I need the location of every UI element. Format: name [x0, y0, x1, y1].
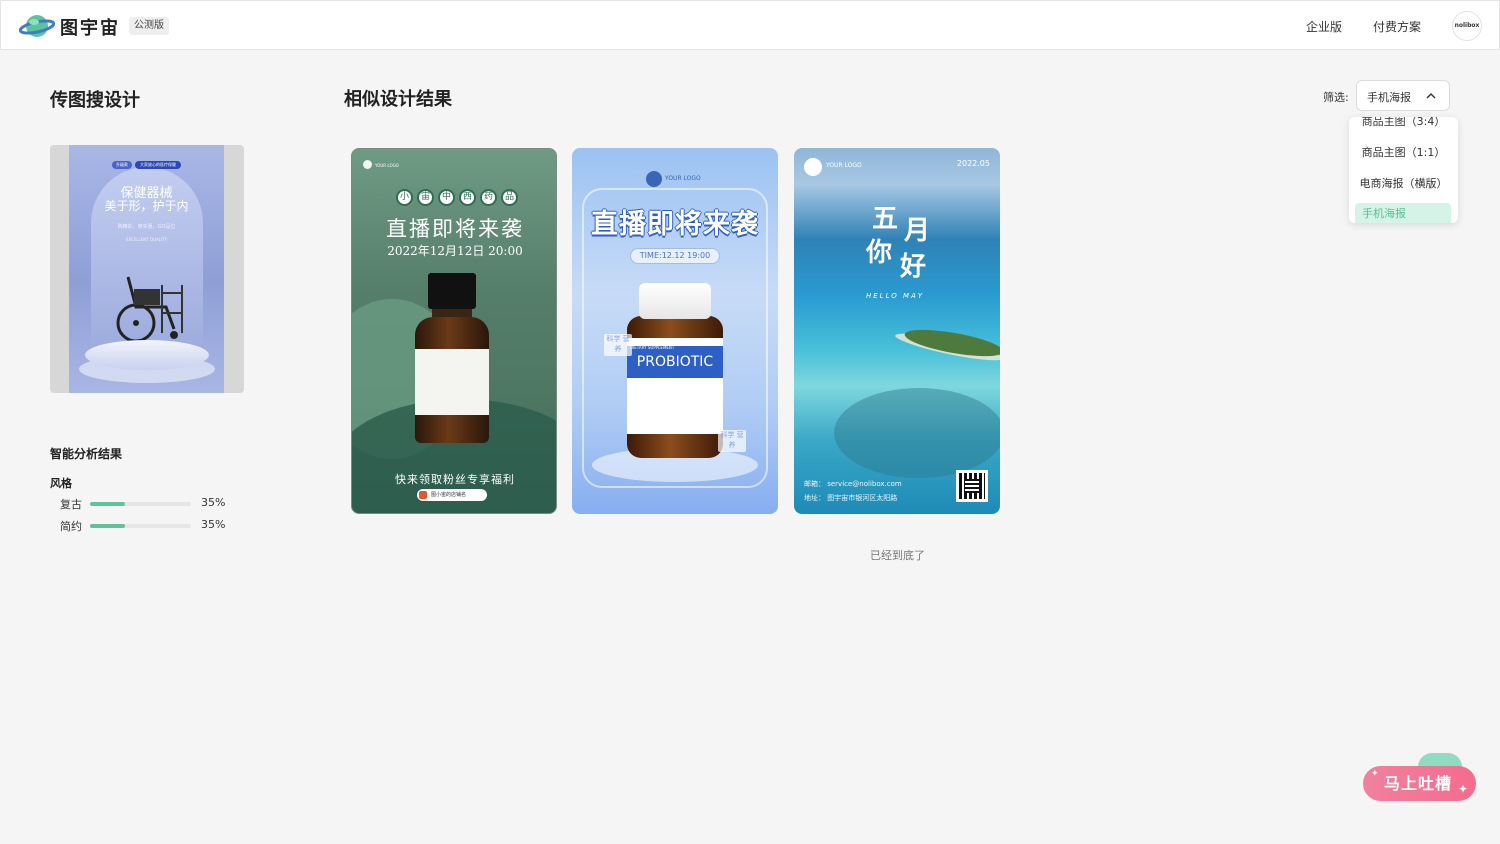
poster-subtitle: 美于形，护于内: [104, 199, 189, 213]
poster-time: TIME:12.12 19:00: [630, 248, 720, 264]
jar-cap: [639, 283, 711, 319]
tag-label: 科学 营养: [604, 334, 632, 356]
nav-pricing[interactable]: 付费方案: [1373, 18, 1421, 35]
results-title: 相似设计结果: [344, 89, 452, 110]
style-name: 简约: [60, 520, 82, 533]
sparkle-icon: ✦: [1458, 782, 1469, 796]
filter-option-selected[interactable]: 手机海报: [1355, 203, 1451, 223]
shop-pill: 图小宙的店铺名: [417, 489, 487, 501]
poster-hello: HELLO MAY: [866, 292, 925, 300]
poster-small-text: EXCELLENT QUALITY: [125, 237, 168, 242]
logo-text: YOUR LOGO: [375, 163, 399, 168]
bottle-label: [415, 349, 489, 415]
logo-icon: [363, 160, 372, 169]
wheelchair-icon: [116, 276, 183, 343]
pill-tag: 升级款: [112, 161, 132, 169]
style-label: 风格: [50, 477, 72, 490]
char-badge: 西: [459, 189, 476, 206]
poster-headline: 直播即将来袭: [386, 217, 524, 241]
char-badge: 药: [480, 189, 497, 206]
end-of-list-note: 已经到底了: [870, 549, 925, 562]
jar-band: PROBIOTIC: [627, 346, 723, 378]
filter-label: 筛选:: [1323, 91, 1349, 104]
progress-track: [90, 524, 191, 528]
podium: [85, 340, 209, 370]
poem-char: 你: [866, 238, 893, 268]
style-percent: 35%: [201, 496, 226, 509]
analysis-title: 智能分析结果: [50, 447, 123, 461]
style-percent: 35%: [201, 518, 226, 531]
logo-text: YOUR LOGO: [665, 175, 701, 182]
poster-date: 2022年12月12日 20:00: [387, 244, 523, 258]
brand-name[interactable]: 图宇宙: [60, 14, 120, 40]
feedback-label: 马上吐槽: [1384, 774, 1453, 793]
avatar[interactable]: nolibox: [1452, 11, 1482, 41]
poster-address: 地址： 图宇宙市银河区太阳路: [804, 494, 898, 502]
qr-code-icon: [956, 470, 988, 502]
logo-text: YOUR LOGO: [826, 162, 862, 169]
filter-select[interactable]: 手机海报: [1356, 80, 1450, 111]
top-bar: 图宇宙 公测版 企业版 付费方案 nolibox: [0, 0, 1500, 50]
poem-char: 月: [904, 216, 931, 246]
result-card[interactable]: YOUR LOGO 小 宙 中 西 药 品 直播即将来袭 2022年12月12日…: [351, 148, 557, 514]
poster-headline: 直播即将来袭: [591, 209, 759, 240]
circle-badges: 小 宙 中 西 药 品: [396, 189, 518, 207]
island-shape: [903, 324, 1000, 362]
char-badge: 品: [501, 189, 518, 206]
filter-option[interactable]: 商品主图（1:1）: [1349, 142, 1458, 164]
planet-logo-icon[interactable]: [19, 12, 55, 40]
poster-bottom-text: 快来领取粉丝专享福利: [395, 473, 515, 486]
char-badge: 宙: [417, 189, 434, 206]
nav-enterprise[interactable]: 企业版: [1306, 18, 1342, 35]
style-stat-row: 复古 35%: [60, 496, 240, 512]
query-image[interactable]: 升级款 大家放心的医疗保健 保健器械 美于形，护于内 购精彩，够实惠，GO品位 …: [50, 145, 244, 393]
chevron-up-icon: [1426, 93, 1436, 99]
filter-dropdown: 商品主图（3:4） 商品主图（1:1） 电商海报（横版） 手机海报: [1349, 117, 1458, 223]
poem-char: 五: [872, 204, 899, 234]
poster-text: 购精彩，够实惠，GO品位: [117, 224, 176, 230]
sparkle-icon: ✦: [1371, 769, 1379, 779]
bottle-cap: [428, 273, 476, 309]
jar-caption: DIETARY SUPPLEMENT: [630, 345, 675, 350]
filter-value: 手机海报: [1367, 91, 1411, 104]
style-name: 复古: [60, 498, 82, 511]
style-stat-row: 简约 35%: [60, 518, 240, 534]
filter-option[interactable]: 电商海报（横版）: [1349, 173, 1458, 195]
progress-fill: [90, 502, 126, 506]
poster-email: 邮箱： service@nolibox.com: [804, 480, 902, 488]
filter-option[interactable]: 商品主图（3:4）: [1349, 117, 1458, 133]
progress-fill: [90, 524, 126, 528]
result-card[interactable]: YOUR LOGO 直播即将来袭 TIME:12.12 19:00 PROBIO…: [572, 148, 778, 514]
reef-shape: [834, 388, 1000, 478]
char-badge: 小: [396, 189, 413, 206]
logo-icon: [804, 158, 822, 176]
progress-track: [90, 502, 191, 506]
poem-char: 好: [900, 252, 927, 282]
poster-date: 2022.05: [956, 159, 990, 168]
beta-badge: 公测版: [129, 17, 169, 35]
tag-label: 科学 营养: [718, 430, 746, 452]
logo-icon: [646, 171, 662, 187]
char-badge: 中: [438, 189, 455, 206]
query-poster: 升级款 大家放心的医疗保健 保健器械 美于形，护于内 购精彩，够实惠，GO品位 …: [69, 145, 224, 393]
upload-search-title: 传图搜设计: [50, 90, 140, 111]
result-card[interactable]: YOUR LOGO 2022.05 五 月 你 好 HELLO MAY 邮箱： …: [794, 148, 1000, 514]
pill-tag: 大家放心的医疗保健: [135, 161, 181, 169]
